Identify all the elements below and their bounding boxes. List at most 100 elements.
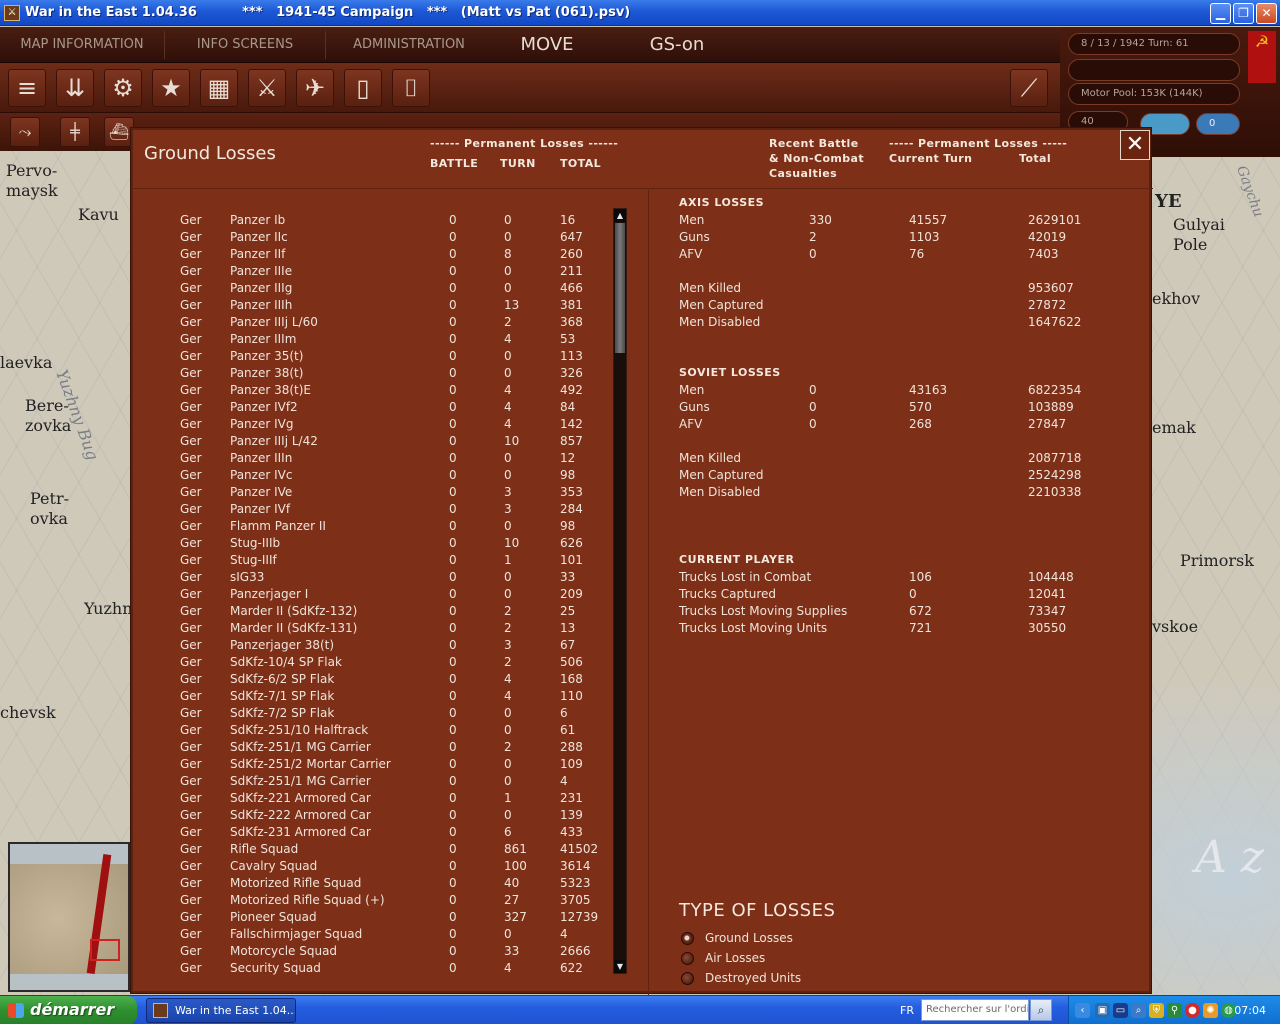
stat-current-turn: 721 [909, 621, 932, 635]
stat-current-turn: 268 [909, 417, 932, 431]
unit-total-losses: 284 [560, 502, 583, 516]
magnifier-icon[interactable]: ⌕ [1131, 1003, 1146, 1018]
close-window-button[interactable]: ✕ [1256, 3, 1277, 24]
gear-icon[interactable]: ⚙ [104, 69, 142, 107]
table-row: Ger Panzer 35(t) 0 0 113 [131, 348, 611, 365]
menu-info-screens[interactable]: INFO SCREENS [165, 27, 325, 63]
pencil-icon[interactable]: ⟋ [1010, 69, 1048, 107]
antivirus-icon[interactable]: ● [1185, 1003, 1200, 1018]
unit-name: Panzerjager 38(t) [230, 638, 335, 652]
unit-battle-losses: 0 [449, 400, 457, 414]
scroll-down-arrow-icon[interactable]: ▼ [614, 960, 626, 973]
sun-icon[interactable]: ✺ [1203, 1003, 1218, 1018]
unit-name: Panzer IIIn [230, 451, 293, 465]
taskbar-item-label: War in the East 1.04.... [175, 1004, 296, 1017]
star-icon[interactable]: ★ [152, 69, 190, 107]
unit-list-scrollbar[interactable]: ▲ ▼ [613, 208, 627, 974]
map-label-petrovka: Petr- ovka [30, 489, 69, 528]
window-titlebar[interactable]: ⚔ War in the East 1.04.36 *** 1941-45 Ca… [0, 0, 1280, 26]
unit-nationality: Ger [180, 808, 202, 822]
unit-total-losses: 647 [560, 230, 583, 244]
loss-type-label: Ground Losses [705, 931, 793, 945]
radio-button-icon[interactable] [681, 931, 694, 945]
minimap-viewport[interactable] [90, 939, 120, 961]
axis-losses-header: AXIS LOSSES [679, 196, 765, 209]
network-icon[interactable]: ▣ [1095, 1003, 1110, 1018]
unit-battle-losses: 0 [449, 791, 457, 805]
unit-tree-icon[interactable]: ⇊ [56, 69, 94, 107]
desktop-search-input[interactable]: Rechercher sur l'ordinateur [921, 999, 1029, 1021]
dialog-close-button[interactable]: ✕ [1120, 130, 1150, 160]
stat-label: Men Disabled [679, 315, 761, 329]
unit-battle-losses: 0 [449, 910, 457, 924]
unit-total-losses: 6 [560, 706, 568, 720]
table-row: Ger Panzer IIIg 0 0 466 [131, 280, 611, 297]
rail-track-icon[interactable]: ╪ [60, 117, 90, 147]
back-arrow-icon[interactable]: ‹ [1075, 1003, 1090, 1018]
unit-battle-losses: 0 [449, 468, 457, 482]
taskbar-item-war-in-the-east[interactable]: War in the East 1.04.... [146, 998, 296, 1023]
stat-row: Men Killed 2087718 [679, 450, 1159, 467]
radio-button-icon[interactable] [681, 971, 694, 985]
stat-total: 2210338 [1028, 485, 1082, 499]
unit-total-losses: 209 [560, 587, 583, 601]
search-icon[interactable]: ⌕ [1030, 999, 1052, 1021]
loss-type-option[interactable]: Destroyed Units [681, 968, 801, 988]
map-label-gaychur: Gaychu [1233, 163, 1267, 220]
type-of-losses-header: TYPE OF LOSSES [679, 900, 836, 921]
aircraft-icon[interactable]: ✈ [296, 69, 334, 107]
start-button[interactable]: démarrer [0, 996, 137, 1024]
unit-total-losses: 3705 [560, 893, 591, 907]
unit-battle-losses: 0 [449, 859, 457, 873]
road-icon[interactable]: ⤳ [10, 117, 40, 147]
scroll-thumb[interactable] [615, 223, 625, 353]
stack-icon[interactable]: ≡ [8, 69, 46, 107]
unit-battle-losses: 0 [449, 706, 457, 720]
usb-icon[interactable]: ⚲ [1167, 1003, 1182, 1018]
loss-type-label: Destroyed Units [705, 971, 802, 985]
stat-row: Men 330 41557 2629101 [679, 212, 1159, 229]
stat-row: Guns 0 570 103889 [679, 399, 1159, 416]
menu-gs-toggle[interactable]: GS-on [622, 27, 732, 63]
rail-icon[interactable]: ▯ [344, 69, 382, 107]
unit-name: Motorized Rifle Squad [230, 876, 362, 890]
monitor-icon[interactable]: ▭ [1113, 1003, 1128, 1018]
unit-battle-losses: 0 [449, 451, 457, 465]
minimize-button[interactable]: ▁ [1210, 3, 1231, 24]
stat-row: Trucks Lost in Combat 106 104448 [679, 569, 1159, 586]
unit-name: Panzer 38(t)E [230, 383, 312, 397]
loss-type-option[interactable]: Air Losses [681, 948, 765, 968]
scroll-up-arrow-icon[interactable]: ▲ [614, 209, 626, 222]
depot-icon[interactable]: ⌷ [392, 69, 430, 107]
unit-battle-losses: 0 [449, 366, 457, 380]
unit-nationality: Ger [180, 638, 202, 652]
unit-name: Panzer IIIm [230, 332, 297, 346]
minimap[interactable] [8, 842, 130, 992]
unit-name: Panzer IVf2 [230, 400, 298, 414]
frame-icon[interactable]: ▦ [200, 69, 238, 107]
language-indicator[interactable]: FR [900, 996, 914, 1024]
shield-icon[interactable]: ⛨ [1149, 1003, 1164, 1018]
unit-name: Rifle Squad [230, 842, 299, 856]
table-row: Ger Stug-IIIb 0 10 626 [131, 535, 611, 552]
app-icon: ⚔ [4, 4, 20, 21]
menu-move[interactable]: MOVE [492, 27, 602, 63]
table-row: Ger Rifle Squad 0 861 41502 [131, 841, 611, 858]
radio-button-icon[interactable] [681, 951, 694, 965]
unit-turn-losses: 13 [504, 298, 520, 312]
crossed-swords-icon[interactable]: ⚔ [248, 69, 286, 107]
stat-row: Trucks Lost Moving Supplies 672 73347 [679, 603, 1159, 620]
stat-total: 103889 [1028, 400, 1074, 414]
stat-label: Men Killed [679, 281, 742, 295]
maximize-button[interactable]: ❐ [1233, 3, 1254, 24]
loss-type-option[interactable]: Ground Losses [681, 928, 793, 948]
menu-map-information[interactable]: MAP INFORMATION [0, 27, 164, 63]
unit-turn-losses: 2 [504, 315, 512, 329]
menu-administration[interactable]: ADMINISTRATION [326, 27, 492, 63]
unit-turn-losses: 4 [504, 417, 512, 431]
table-row: Ger Motorized Rifle Squad 0 40 5323 [131, 875, 611, 892]
unit-name: Marder II (SdKfz-132) [230, 604, 358, 618]
unit-nationality: Ger [180, 400, 202, 414]
stat-label: Guns [679, 230, 710, 244]
unit-total-losses: 142 [560, 417, 583, 431]
